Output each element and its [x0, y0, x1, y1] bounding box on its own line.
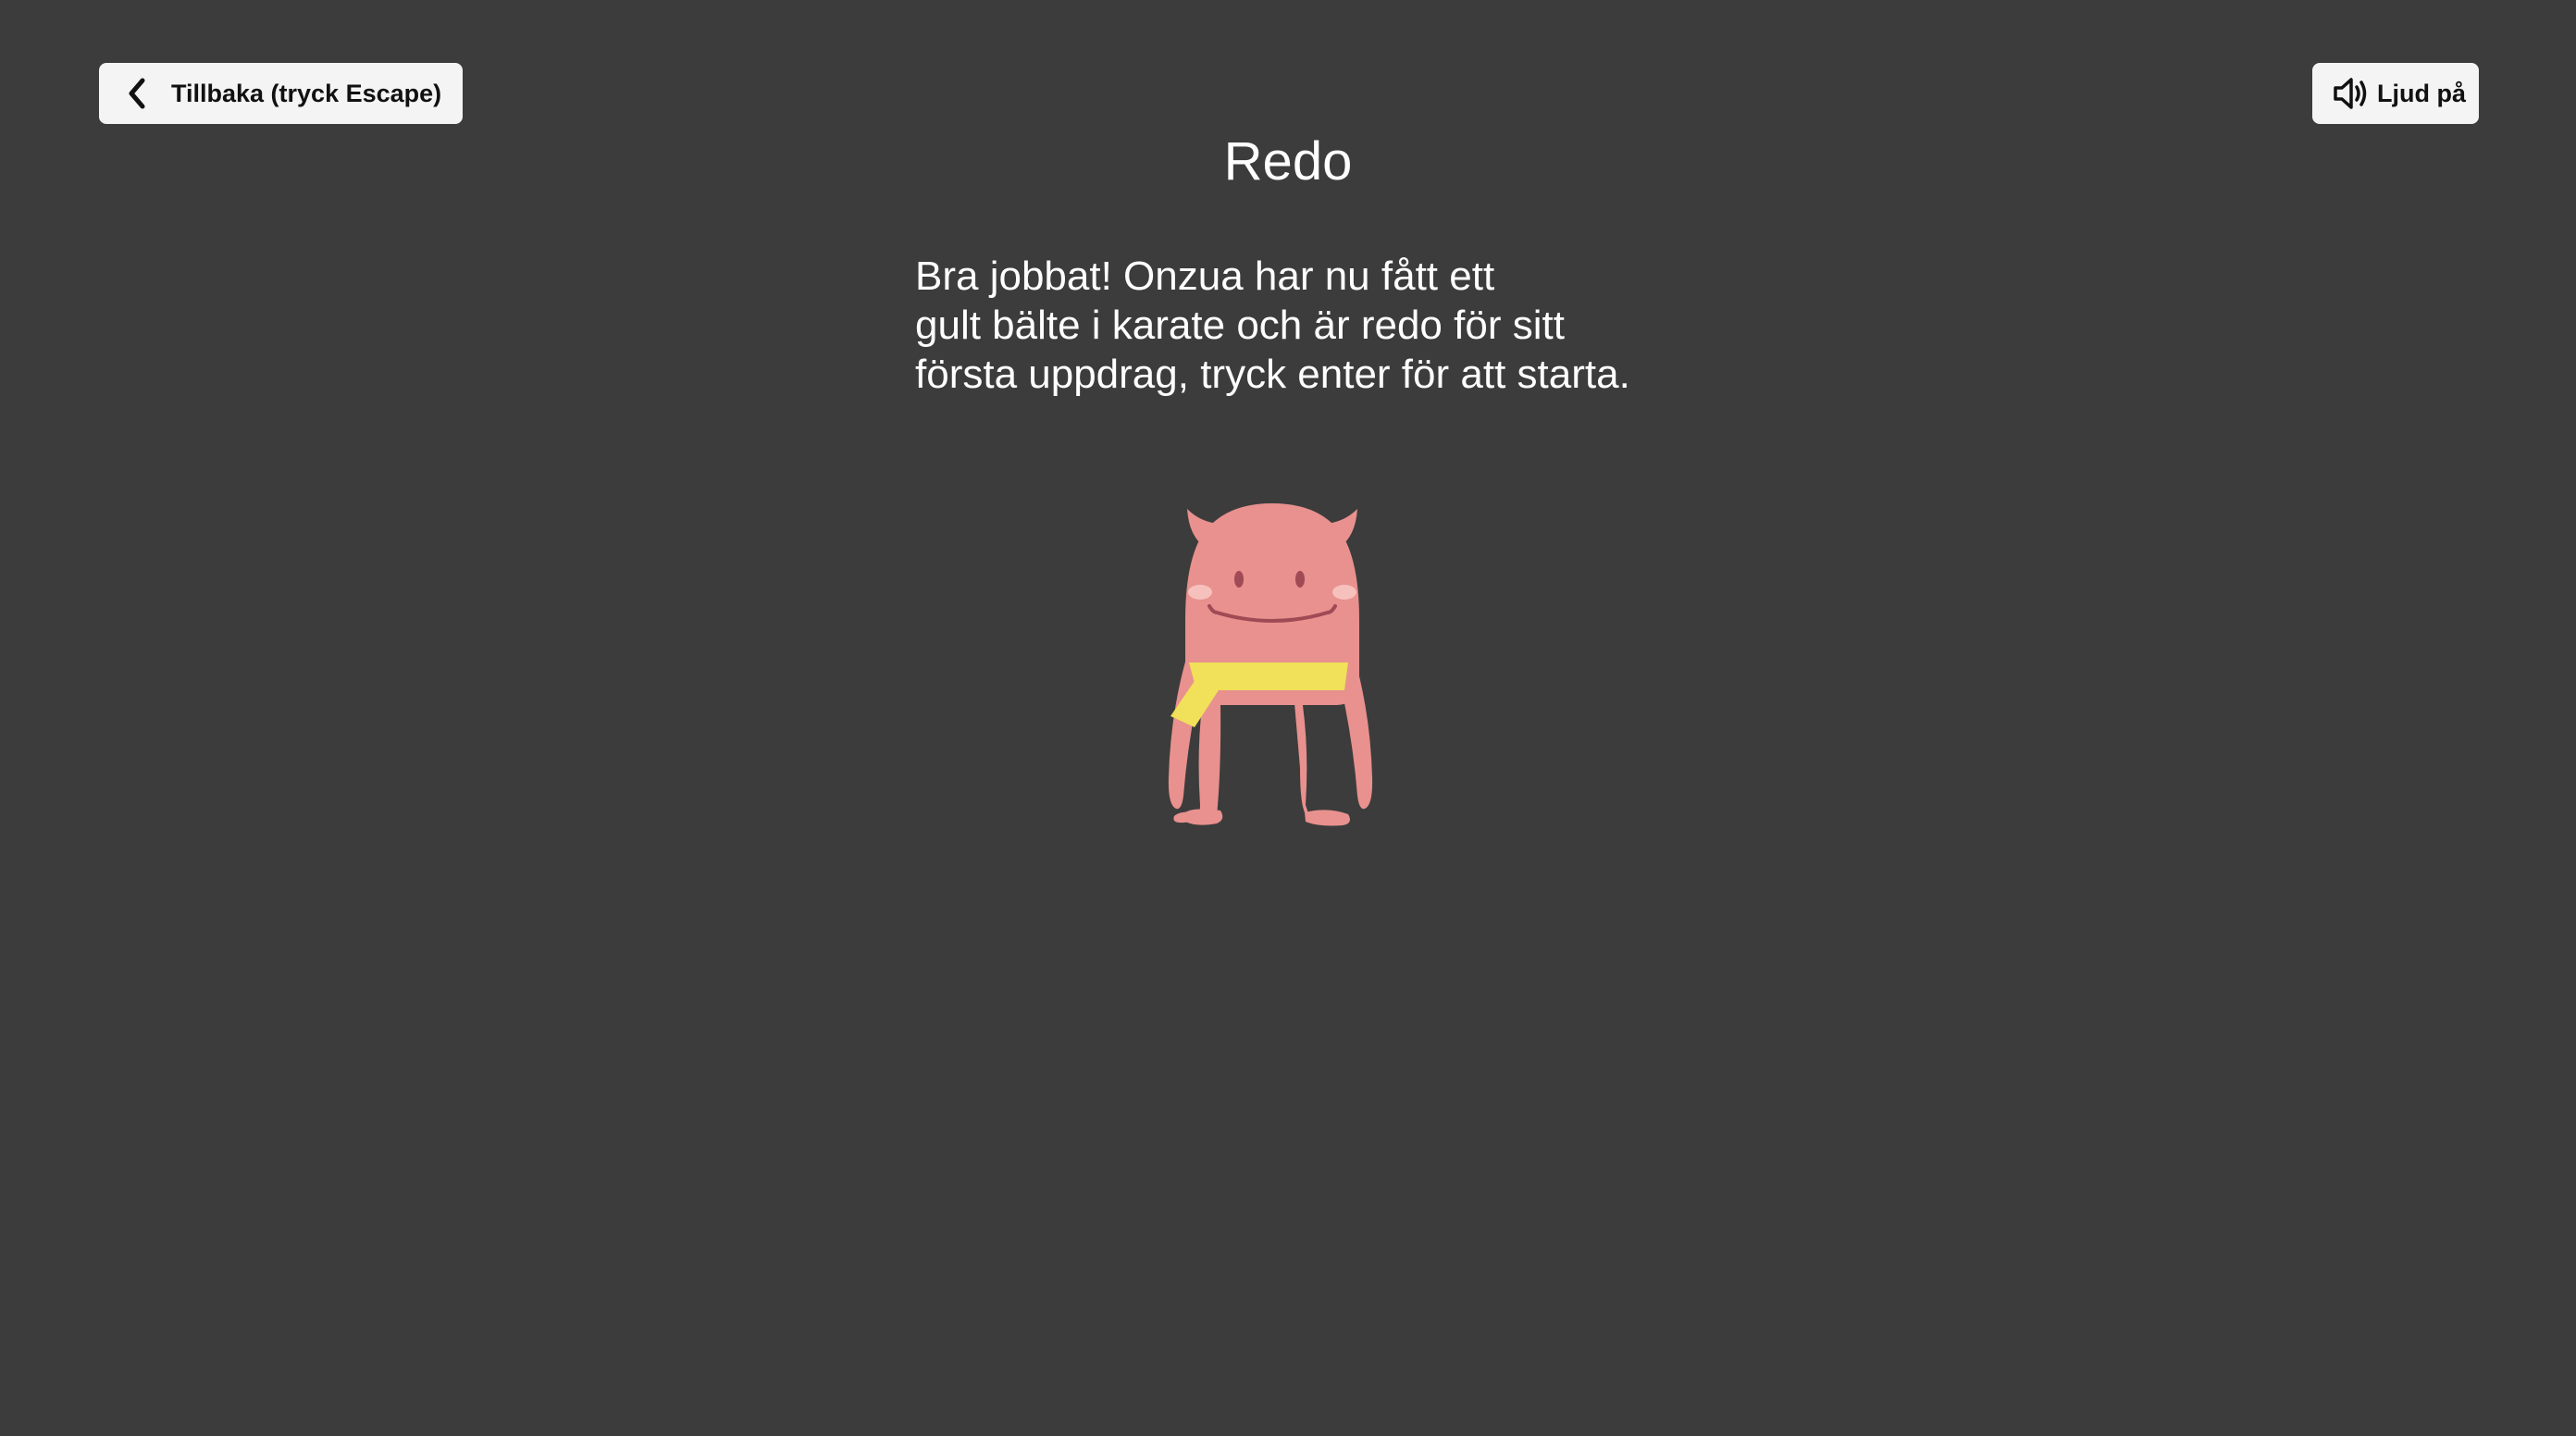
sound-button-label: Ljud på: [2377, 79, 2466, 107]
page-title: Redo: [1223, 131, 1353, 192]
speaker-icon: [2331, 73, 2372, 114]
instruction-line: gult bälte i karate och är redo för sitt: [915, 303, 1565, 348]
back-button[interactable]: Tillbaka (tryck Escape): [99, 63, 463, 124]
chevron-left-icon: [119, 75, 156, 112]
instruction-text: Bra jobbat! Onzua har nu fått ett gult b…: [915, 252, 1729, 399]
sound-toggle-button[interactable]: Ljud på: [2312, 63, 2479, 124]
monster-right-leg: [1294, 699, 1345, 824]
monster-right-cheek: [1332, 585, 1356, 600]
back-button-label: Tillbaka (tryck Escape): [171, 79, 442, 107]
monster-right-eye: [1295, 571, 1305, 588]
game-screen: Tillbaka (tryck Escape) Ljud på Redo Bra…: [0, 0, 2576, 1436]
monster-character-illustration: [1152, 490, 1393, 833]
instruction-line: Bra jobbat! Onzua har nu fått ett: [915, 254, 1495, 299]
instruction-line: första uppdrag, tryck enter för att star…: [915, 352, 1630, 397]
monster-left-eye: [1234, 571, 1244, 588]
yellow-belt: [1189, 662, 1348, 690]
monster-left-cheek: [1188, 585, 1212, 600]
